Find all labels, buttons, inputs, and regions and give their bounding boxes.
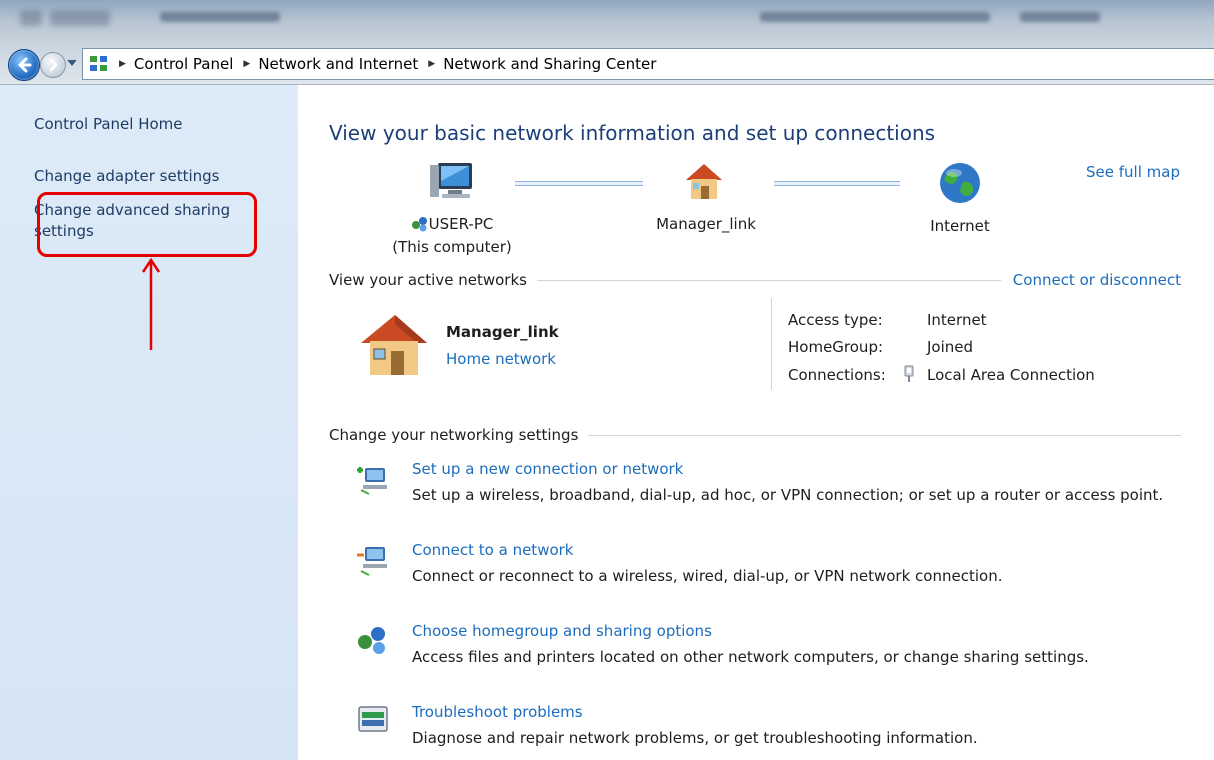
breadcrumb-separator-icon[interactable]: ▶	[428, 59, 435, 69]
see-full-map-link[interactable]: See full map	[1086, 163, 1180, 181]
window-caption-blurred	[1020, 12, 1100, 22]
homegroup-small-icon	[411, 216, 429, 237]
forward-arrow-icon	[49, 58, 58, 72]
troubleshoot-problems-desc: Diagnose and repair network problems, or…	[412, 729, 978, 747]
access-type-value: Internet	[927, 311, 987, 329]
window-title-bar	[0, 0, 1214, 44]
connect-network-icon	[357, 547, 387, 576]
active-networks-header: View your active networks Connect or dis…	[329, 271, 1181, 289]
homegroup-sharing-desc: Access files and printers located on oth…	[412, 648, 1089, 666]
homegroup-label: HomeGroup:	[788, 338, 884, 356]
address-bar: ▶ Control Panel ▶ Network and Internet ▶…	[0, 44, 1214, 85]
recent-pages-dropdown-icon[interactable]	[67, 59, 77, 67]
computer-name: USER-PC	[428, 215, 494, 233]
home-network-icon	[686, 164, 722, 199]
internet-node-label: Internet	[930, 217, 990, 235]
change-settings-title: Change your networking settings	[329, 426, 579, 444]
address-field[interactable]: ▶ Control Panel ▶ Network and Internet ▶…	[82, 48, 1214, 80]
map-connection-line	[774, 181, 900, 186]
computer-icon	[430, 163, 472, 198]
connections-label: Connections:	[788, 366, 886, 384]
network-node-label: Manager_link	[656, 215, 756, 233]
computer-subtitle: (This computer)	[392, 238, 512, 256]
computer-node-label: USER-PC (This computer)	[380, 214, 524, 257]
homegroup-sharing-link[interactable]: Choose homegroup and sharing options	[412, 622, 712, 640]
connect-to-network-link[interactable]: Connect to a network	[412, 541, 574, 559]
highlight-annotation-box	[37, 192, 257, 257]
page-title: View your basic network information and …	[329, 121, 936, 145]
section-divider	[536, 279, 1001, 281]
new-connection-icon	[357, 467, 387, 495]
change-settings-header: Change your networking settings	[329, 426, 1181, 444]
homegroup-icon	[358, 627, 385, 654]
back-button[interactable]	[8, 49, 40, 81]
title-text-blurred	[160, 12, 280, 22]
control-panel-icon	[89, 54, 109, 74]
quick-access-icons-blurred	[20, 10, 42, 26]
red-annotation-arrow-icon	[142, 258, 160, 350]
home-network-type-link[interactable]: Home network	[446, 350, 556, 368]
set-up-new-connection-desc: Set up a wireless, broadband, dial-up, a…	[412, 486, 1164, 504]
map-connection-line	[515, 181, 643, 186]
homegroup-joined-link[interactable]: Joined	[927, 338, 973, 356]
troubleshoot-problems-link[interactable]: Troubleshoot problems	[412, 703, 583, 721]
internet-globe-icon	[940, 163, 980, 203]
troubleshoot-icon	[358, 706, 388, 732]
forward-button[interactable]	[40, 52, 66, 78]
toolbar-icons-blurred	[50, 10, 110, 26]
connect-to-network-desc: Connect or reconnect to a wireless, wire…	[412, 567, 1003, 585]
breadcrumb-network-and-internet[interactable]: Network and Internet	[258, 55, 418, 73]
breadcrumb-network-sharing-center[interactable]: Network and Sharing Center	[443, 55, 656, 73]
breadcrumb-separator-icon[interactable]: ▶	[243, 59, 250, 69]
local-area-connection-link[interactable]: Local Area Connection	[927, 366, 1095, 384]
control-panel-home-link[interactable]: Control Panel Home	[34, 114, 183, 135]
title-text-blurred-right	[760, 12, 990, 22]
ethernet-connection-icon	[904, 365, 914, 382]
active-network-name: Manager_link	[446, 323, 559, 341]
home-network-large-icon	[361, 315, 427, 375]
breadcrumb-separator-icon[interactable]: ▶	[119, 59, 126, 69]
network-details-divider	[771, 298, 772, 390]
section-divider	[588, 434, 1181, 436]
set-up-new-connection-link[interactable]: Set up a new connection or network	[412, 460, 683, 478]
access-type-label: Access type:	[788, 311, 883, 329]
connect-or-disconnect-link[interactable]: Connect or disconnect	[1013, 271, 1181, 289]
back-arrow-icon	[18, 57, 32, 73]
change-adapter-settings-link[interactable]: Change adapter settings	[34, 166, 220, 187]
breadcrumb-control-panel[interactable]: Control Panel	[134, 55, 233, 73]
active-networks-title: View your active networks	[329, 271, 527, 289]
